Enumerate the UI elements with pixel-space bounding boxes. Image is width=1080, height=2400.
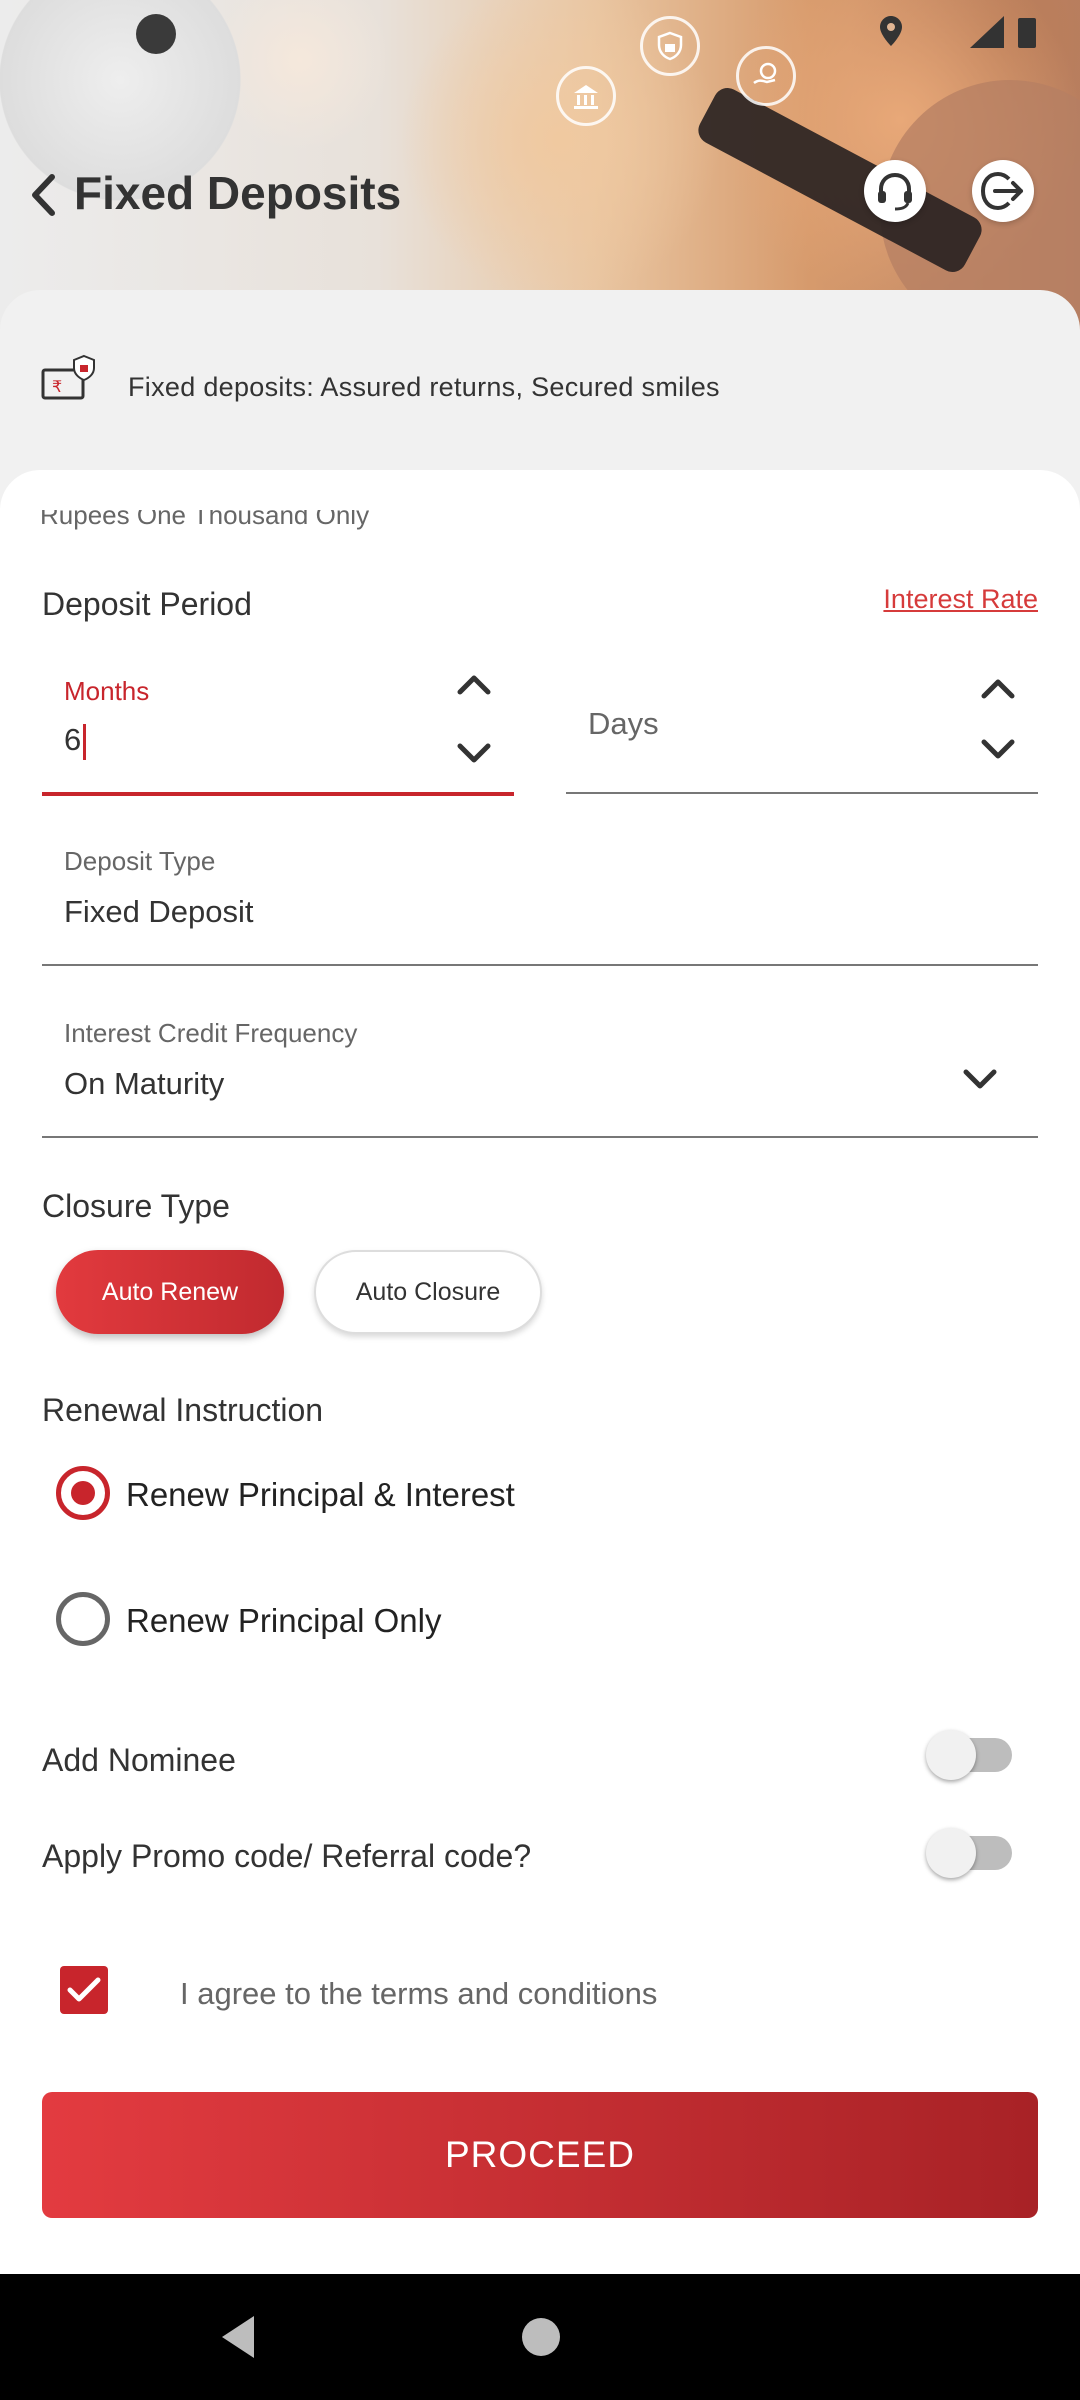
days-decrement-icon[interactable] xyxy=(980,738,1016,762)
renew-principal-only-radio[interactable] xyxy=(56,1592,110,1646)
back-button[interactable] xyxy=(30,170,64,220)
months-increment-icon[interactable] xyxy=(456,672,492,696)
add-nominee-label: Add Nominee xyxy=(42,1742,236,1778)
toggle-knob xyxy=(926,1828,976,1878)
proceed-button[interactable]: PROCEED xyxy=(42,2092,1038,2218)
signal-battery-icon xyxy=(970,16,1036,48)
amount-in-words: Rupees One Thousand Only xyxy=(40,510,370,530)
renew-principal-interest-label[interactable]: Renew Principal & Interest xyxy=(126,1476,515,1514)
renew-principal-interest-radio[interactable] xyxy=(56,1466,110,1520)
auto-closure-button[interactable]: Auto Closure xyxy=(314,1250,542,1334)
interest-credit-label: Interest Credit Frequency xyxy=(64,1018,358,1048)
terms-checkbox[interactable] xyxy=(60,1966,108,2014)
back-chevron-icon xyxy=(32,174,55,216)
renew-principal-only-label[interactable]: Renew Principal Only xyxy=(126,1602,441,1640)
promo-code-toggle[interactable] xyxy=(926,1828,1012,1878)
months-field[interactable]: Months 6 xyxy=(42,660,514,796)
lock-shield-icon xyxy=(640,16,700,76)
days-increment-icon[interactable] xyxy=(980,676,1016,700)
secure-money-icon: ₹ xyxy=(41,354,95,400)
interest-credit-dropdown[interactable]: Interest Credit Frequency On Maturity xyxy=(42,1002,1038,1138)
days-field[interactable]: Days xyxy=(566,660,1038,794)
terms-label[interactable]: I agree to the terms and conditions xyxy=(180,1976,657,2012)
svg-text:₹: ₹ xyxy=(52,377,62,396)
nav-home-icon[interactable] xyxy=(522,2318,560,2356)
logout-icon xyxy=(980,171,1023,211)
deposit-type-label: Deposit Type xyxy=(64,846,216,876)
bank-icon xyxy=(556,66,616,126)
add-nominee-toggle[interactable] xyxy=(926,1730,1012,1780)
interest-credit-value: On Maturity xyxy=(64,1066,225,1101)
auto-renew-button[interactable]: Auto Renew xyxy=(56,1250,284,1334)
logout-button[interactable] xyxy=(972,160,1034,222)
months-value-text: 6 xyxy=(64,722,82,757)
text-cursor xyxy=(83,723,87,760)
toggle-knob xyxy=(926,1730,976,1780)
chevron-down-icon xyxy=(963,1069,997,1089)
nav-back-icon[interactable] xyxy=(218,2314,258,2360)
months-value: 6 xyxy=(64,722,87,760)
interest-rate-link[interactable]: Interest Rate xyxy=(883,584,1038,615)
deposit-period-label: Deposit Period xyxy=(42,586,252,622)
headset-icon xyxy=(878,172,912,211)
money-hand-icon xyxy=(736,46,796,106)
support-button[interactable] xyxy=(864,160,926,222)
header-hero xyxy=(0,0,1080,330)
promo-code-label: Apply Promo code/ Referral code? xyxy=(42,1838,532,1874)
closure-type-label: Closure Type xyxy=(42,1188,230,1224)
banner-text: Fixed deposits: Assured returns, Secured… xyxy=(128,372,720,402)
app-status-icon xyxy=(136,14,176,54)
deposit-type-value: Fixed Deposit xyxy=(64,894,254,929)
checkmark-icon xyxy=(67,1977,101,2002)
page-title: Fixed Deposits xyxy=(74,167,402,219)
location-icon xyxy=(880,16,902,46)
deposit-type-field[interactable]: Deposit Type Fixed Deposit xyxy=(42,830,1038,966)
months-label: Months xyxy=(64,676,150,706)
days-placeholder: Days xyxy=(588,706,659,741)
months-decrement-icon[interactable] xyxy=(456,742,492,766)
renewal-instruction-label: Renewal Instruction xyxy=(42,1392,324,1428)
